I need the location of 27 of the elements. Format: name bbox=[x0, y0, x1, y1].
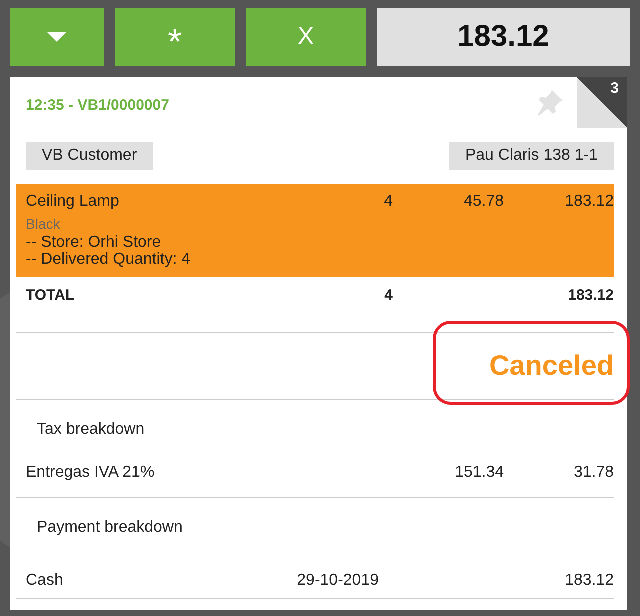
payment-date: 29-10-2019 bbox=[296, 571, 379, 591]
payment-method: Cash bbox=[26, 571, 64, 591]
ticket-count: 3 bbox=[610, 80, 619, 97]
total-label: TOTAL bbox=[26, 287, 76, 306]
section-heading: Payment breakdown bbox=[36, 518, 184, 538]
pin-icon[interactable] bbox=[536, 89, 564, 117]
line-detail: -- Store: Orhi Store bbox=[26, 234, 162, 251]
total-quantity: 4 bbox=[384, 287, 393, 306]
line-detail: -- Delivered Quantity: 4 bbox=[26, 251, 192, 268]
unit-price: 45.78 bbox=[462, 192, 504, 212]
section-heading: Tax breakdown bbox=[36, 420, 146, 440]
ticket-title: 12:35 - VB1/0000007 bbox=[26, 96, 170, 114]
address-button[interactable]: Pau Claris 138 1-1 bbox=[449, 142, 614, 170]
status-text: Canceled bbox=[490, 350, 614, 382]
product-name: Ceiling Lamp bbox=[26, 192, 120, 211]
tax-name: Entregas IVA 21% bbox=[26, 463, 156, 483]
dropdown-button[interactable] bbox=[10, 8, 104, 66]
line-total: 183.12 bbox=[564, 192, 614, 212]
tax-amount: 31.78 bbox=[572, 463, 614, 483]
tax-base: 151.34 bbox=[454, 463, 504, 483]
payment-amount: 183.12 bbox=[564, 571, 614, 591]
total-amount: 183.12 bbox=[567, 287, 614, 306]
quantity: 4 bbox=[383, 192, 393, 212]
customer-button[interactable]: VB Customer bbox=[26, 142, 154, 170]
product-variant: Black bbox=[26, 215, 62, 234]
total-display: 183.12 bbox=[377, 8, 630, 66]
caret-icon bbox=[47, 32, 67, 42]
